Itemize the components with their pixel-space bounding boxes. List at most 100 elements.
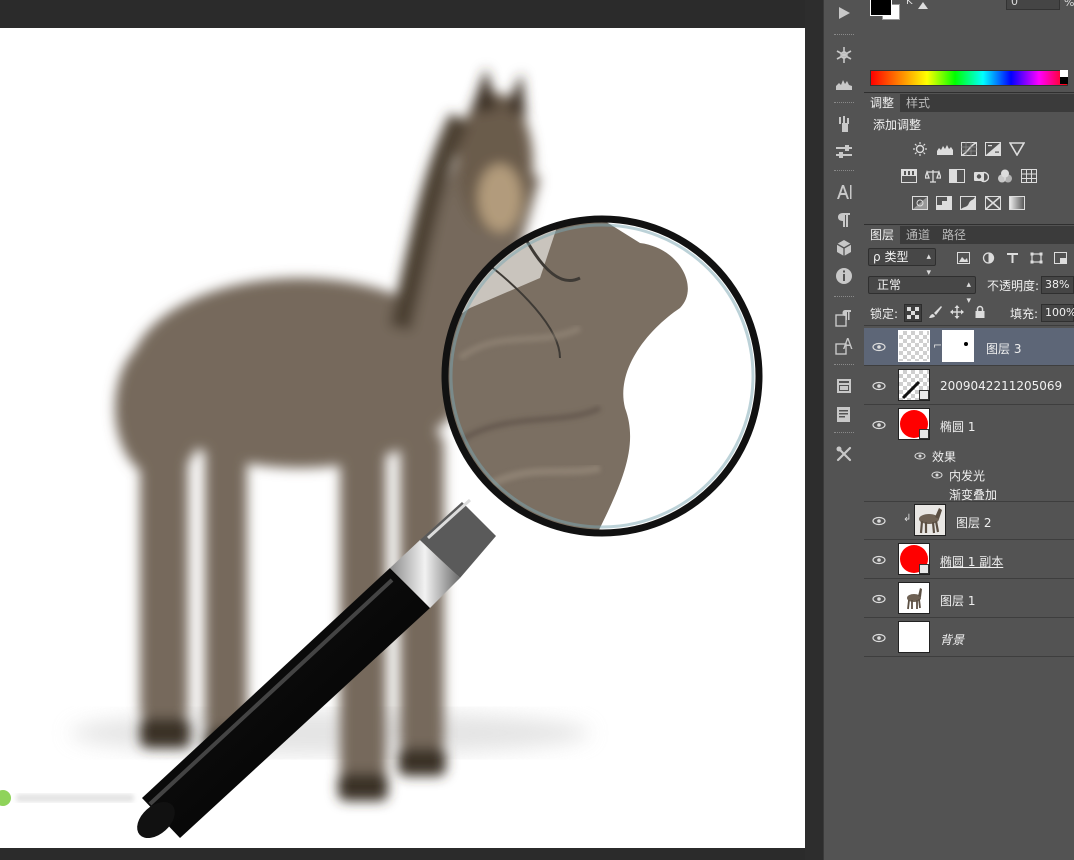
effects-label[interactable]: 效果 xyxy=(932,448,956,465)
layer-row-background[interactable]: 背景 xyxy=(864,619,1074,657)
tab-styles[interactable]: 样式 xyxy=(900,94,936,112)
strip-grip[interactable] xyxy=(834,170,854,173)
layer-thumbnail[interactable] xyxy=(898,582,930,614)
layer-name[interactable]: 椭圆 1 xyxy=(940,418,975,435)
color-slider-thumb[interactable] xyxy=(918,2,928,9)
tab-channels[interactable]: 通道 xyxy=(900,226,936,244)
foreground-color-swatch[interactable] xyxy=(870,0,892,16)
character-icon[interactable] xyxy=(832,181,856,203)
layer-name[interactable]: 图层 3 xyxy=(986,340,1021,357)
layer-filter-select[interactable]: ρ 类型 ▴ ▾ xyxy=(868,248,936,278)
layer-name[interactable]: 2009042211205069 xyxy=(940,379,1062,393)
black-white-icon[interactable] xyxy=(948,168,966,184)
histogram-icon[interactable] xyxy=(832,72,856,94)
sliders-icon[interactable] xyxy=(832,141,856,163)
photo-filter-icon[interactable] xyxy=(972,168,990,184)
fill-label: 填充: xyxy=(1010,307,1039,321)
layer-thumbnail[interactable] xyxy=(914,504,946,536)
document-canvas[interactable] xyxy=(0,28,805,848)
effect-visibility-eye-icon[interactable] xyxy=(931,469,943,481)
opacity-input[interactable]: 38% xyxy=(1041,276,1074,294)
mask-link-icon[interactable]: ⌐ xyxy=(933,339,942,352)
fill-input[interactable]: 100% xyxy=(1041,304,1074,322)
layer-thumbnail[interactable] xyxy=(898,621,930,653)
canvas-scroll-gutter xyxy=(805,0,823,860)
black-white-ramp[interactable] xyxy=(1060,70,1068,84)
adjustment-filter-icon[interactable] xyxy=(981,251,995,264)
layer-name[interactable]: 背景 xyxy=(940,631,964,648)
tab-paths[interactable]: 路径 xyxy=(936,226,972,244)
lock-all-icon[interactable] xyxy=(972,304,988,320)
cube-icon[interactable] xyxy=(832,237,856,259)
paragraph-style-icon[interactable] xyxy=(832,307,856,329)
exposure-icon[interactable] xyxy=(984,141,1002,157)
panel-icon-strip xyxy=(823,0,865,860)
strip-grip[interactable] xyxy=(834,102,854,105)
type-filter-icon[interactable] xyxy=(1005,251,1019,264)
visibility-eye-icon[interactable] xyxy=(872,592,886,606)
snowflake-icon[interactable] xyxy=(832,44,856,66)
tool-presets-icon[interactable] xyxy=(832,443,856,465)
channel-mixer-icon[interactable] xyxy=(996,168,1014,184)
lock-transparent-icon[interactable] xyxy=(904,304,922,322)
canvas-top-bar xyxy=(0,0,805,28)
character-style-icon[interactable] xyxy=(832,335,856,357)
smart-object-filter-icon[interactable] xyxy=(1053,251,1067,264)
posterize-icon[interactable] xyxy=(935,195,953,211)
strip-grip[interactable] xyxy=(834,34,854,37)
visibility-eye-icon[interactable] xyxy=(872,379,886,393)
visibility-eye-icon[interactable] xyxy=(872,514,886,528)
levels-icon[interactable] xyxy=(936,141,954,157)
visibility-eye-icon[interactable] xyxy=(872,340,886,354)
shape-filter-icon[interactable] xyxy=(1029,251,1043,264)
blend-mode-select[interactable]: 正常 ▴ ▾ xyxy=(868,276,976,306)
color-balance-icon[interactable] xyxy=(924,168,942,184)
layer-name[interactable]: 椭圆 1 副本 xyxy=(940,553,1003,570)
layer-name[interactable]: 图层 2 xyxy=(956,514,991,531)
layer-row-smart-object[interactable]: 2009042211205069 xyxy=(864,367,1074,405)
gradient-map-icon[interactable] xyxy=(1008,195,1026,211)
layer-thumbnail[interactable] xyxy=(898,408,930,440)
lock-move-icon[interactable] xyxy=(949,304,965,320)
layer-row-ellipse-1[interactable]: 椭圆 1 效果 内发光 渐变叠加 xyxy=(864,406,1074,502)
strip-grip[interactable] xyxy=(834,364,854,367)
layer-thumbnail[interactable] xyxy=(898,543,930,575)
play-icon[interactable] xyxy=(832,2,856,24)
layer-row-layer-2[interactable]: ↲ 图层 2 xyxy=(864,502,1074,540)
color-k-input[interactable]: 0 xyxy=(1006,0,1060,10)
layer-mask-thumbnail[interactable] xyxy=(942,330,974,362)
threshold-icon[interactable] xyxy=(959,195,977,211)
strip-grip[interactable] xyxy=(834,296,854,299)
tab-layers[interactable]: 图层 xyxy=(864,226,901,244)
color-spectrum-ramp[interactable] xyxy=(870,70,1068,86)
layer-comps-icon[interactable] xyxy=(832,403,856,425)
lock-paint-icon[interactable] xyxy=(927,304,943,320)
paragraph-icon[interactable] xyxy=(832,209,856,231)
tab-adjustments[interactable]: 调整 xyxy=(864,94,901,112)
layer-name[interactable]: 图层 1 xyxy=(940,592,975,609)
visibility-eye-icon[interactable] xyxy=(872,418,886,432)
pixel-filter-icon[interactable] xyxy=(956,251,970,264)
color-lookup-icon[interactable] xyxy=(1020,168,1038,184)
brightness-icon[interactable] xyxy=(911,141,929,157)
layer-row-layer-3[interactable]: ⌐ 图层 3 xyxy=(864,328,1074,366)
layer-row-layer-1[interactable]: 图层 1 xyxy=(864,580,1074,618)
layer-thumbnail[interactable] xyxy=(898,330,930,362)
curves-icon[interactable] xyxy=(960,141,978,157)
strip-grip[interactable] xyxy=(834,432,854,435)
hue-saturation-icon[interactable] xyxy=(900,168,918,184)
info-icon[interactable] xyxy=(832,265,856,287)
effect-gradient-overlay[interactable]: 渐变叠加 xyxy=(949,486,997,503)
brushes-icon[interactable] xyxy=(832,113,856,135)
right-panel-dock: K 0 % 调整 样式 添加调整 图层 通道 路径 ρ 类型 ▴ ▾ 正常 ▴ … xyxy=(864,0,1074,860)
selective-color-icon[interactable] xyxy=(984,195,1002,211)
effect-inner-glow[interactable]: 内发光 xyxy=(949,467,985,484)
layer-row-ellipse-1-copy[interactable]: 椭圆 1 副本 xyxy=(864,541,1074,579)
visibility-eye-icon[interactable] xyxy=(872,553,886,567)
invert-icon[interactable] xyxy=(911,195,929,211)
visibility-eye-icon[interactable] xyxy=(872,631,886,645)
effects-visibility-eye-icon[interactable] xyxy=(914,450,926,462)
notes-icon[interactable] xyxy=(832,375,856,397)
layer-thumbnail[interactable] xyxy=(898,369,930,401)
vibrance-icon[interactable] xyxy=(1008,141,1026,157)
